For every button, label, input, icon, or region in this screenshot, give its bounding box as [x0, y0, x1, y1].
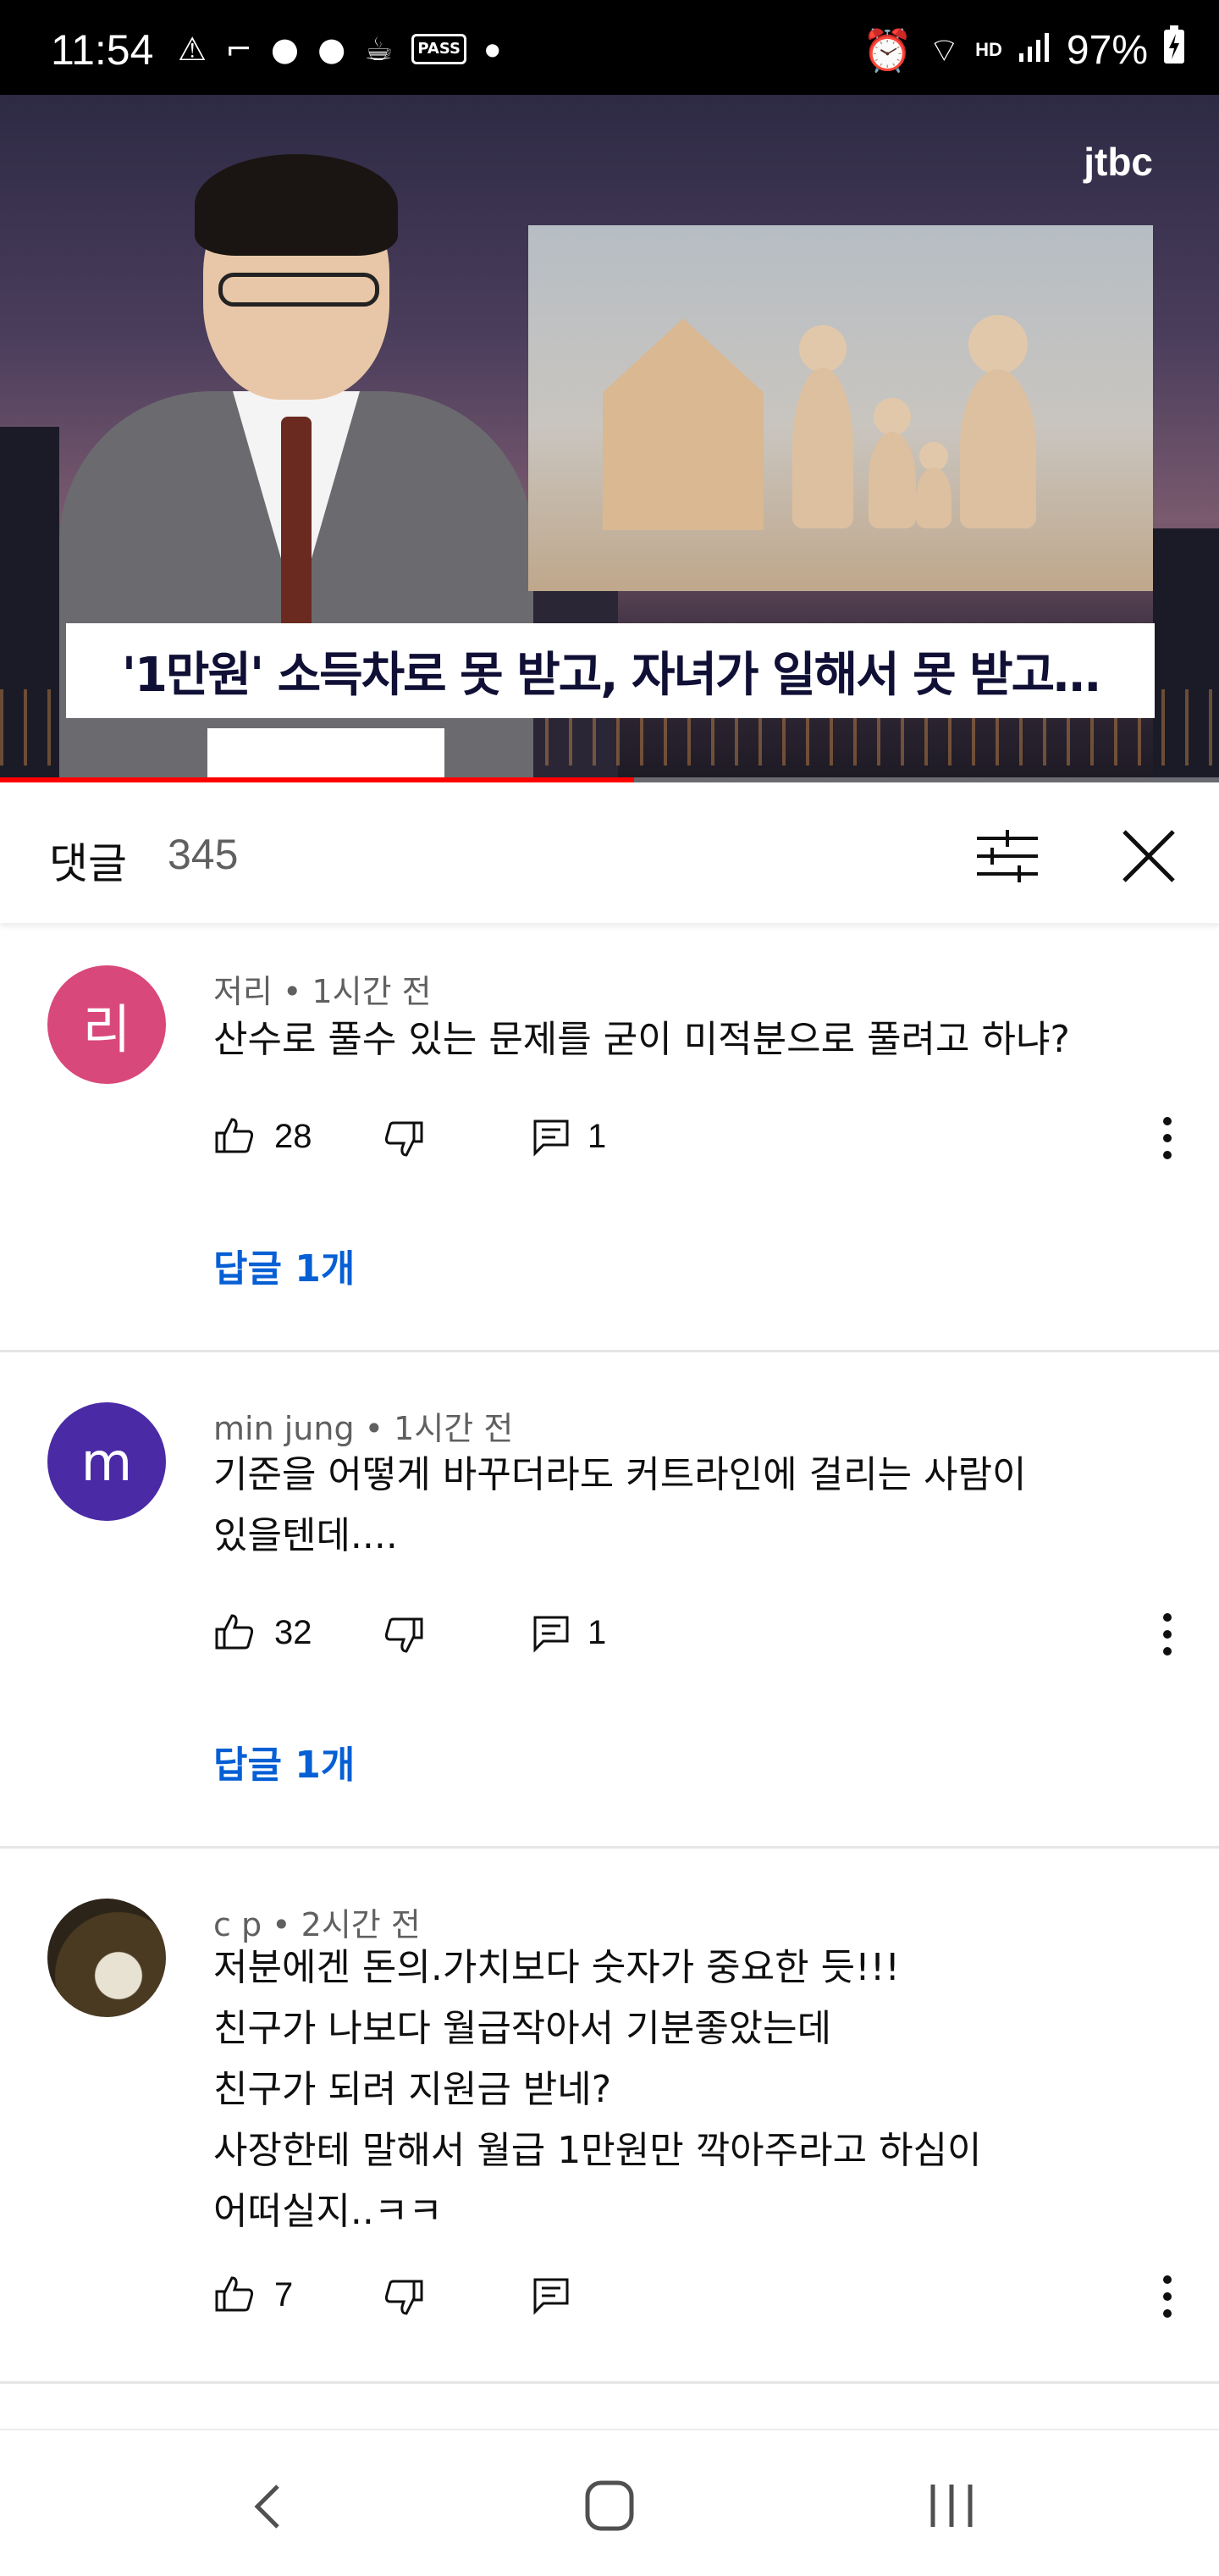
comment-text-line: 산수로 풀수 있는 문제를 굳이 미적분으로 풀려고 하냐?: [213, 1018, 1070, 1061]
comment-text-line: 친구가 나보다 월급작아서 기분좋았는데: [213, 2007, 832, 2050]
video-player[interactable]: jtbc '1만원' 소득차로 못 받고, 자녀가 일해서 못 받고…: [0, 95, 1219, 782]
wifi-icon: ⌔: [928, 32, 961, 69]
comment-actions: 32 1: [213, 1611, 1187, 1661]
comment-text-line: 기준을 어떻게 바꾸더라도 커트라인에 걸리는 사람이: [213, 1453, 1027, 1496]
back-icon[interactable]: [251, 2481, 284, 2532]
thumbs-up-icon[interactable]: [213, 2273, 256, 2315]
news-caption: '1만원' 소득차로 못 받고, 자녀가 일해서 못 받고…: [66, 623, 1155, 718]
like-count: 7: [274, 2276, 294, 2313]
comment-text: 산수로 풀수 있는 문제를 굳이 미적분으로 풀려고 하냐?: [213, 1009, 1070, 1070]
alarm-icon: ⏰: [862, 28, 913, 74]
close-icon[interactable]: [1117, 825, 1180, 887]
signal-icon: [1018, 27, 1051, 74]
status-bar: 11:54 ⚠ ⌐ ● ● ☕ PASS ● ⏰ ⌔ HD 97%: [0, 0, 1219, 95]
filter-sliders-icon[interactable]: [974, 826, 1041, 886]
reply-icon[interactable]: [530, 2275, 572, 2317]
view-replies-link[interactable]: 답글 1개: [213, 1734, 355, 1788]
recent-apps-icon[interactable]: [928, 2483, 975, 2529]
reply-count: 1: [587, 1118, 607, 1155]
comment-author[interactable]: 저리: [213, 973, 273, 1010]
comment-text-line: 친구가 되려 지원금 받네?: [213, 2068, 612, 2111]
thumbs-up-icon[interactable]: [213, 1114, 256, 1157]
thumbs-down-icon[interactable]: [383, 1614, 425, 1656]
comment-time: 1시간 전: [394, 1410, 514, 1447]
home-icon[interactable]: [584, 2479, 635, 2532]
more-notifications-dot-icon: ●: [484, 39, 500, 59]
comment-author[interactable]: min jung: [213, 1410, 355, 1447]
channel-logo: jtbc: [1084, 140, 1153, 184]
comment-actions: 7: [213, 2273, 1187, 2324]
view-replies-link[interactable]: 답글 1개: [213, 1238, 355, 1292]
comment-divider: [0, 1846, 1219, 1849]
battery-charging-icon: [1163, 25, 1185, 75]
avatar-letter: m: [80, 1430, 133, 1493]
avatar[interactable]: m: [47, 1402, 166, 1521]
comment-text: 기준을 어떻게 바꾸더라도 커트라인에 걸리는 사람이 있을텐데....: [213, 1445, 1027, 1567]
system-nav-bar: [0, 2429, 1219, 2576]
chat-bubble-icon-2: ●: [317, 30, 346, 68]
reply-icon[interactable]: [530, 1116, 572, 1158]
coffee-icon: ☕: [364, 30, 394, 68]
thumbs-up-icon[interactable]: [213, 1611, 256, 1653]
like-count: 32: [274, 1614, 312, 1651]
hd-voice-icon: HD: [975, 39, 1002, 60]
comment-actions: 28 1: [213, 1114, 1187, 1165]
comment-text-line: 저분에겐 돈의.가치보다 숫자가 중요한 듯!!!: [213, 1946, 901, 1989]
news-caption-text: '1만원' 소득차로 못 받고, 자녀가 일해서 못 받고…: [121, 647, 1100, 703]
chat-bubble-icon: ●: [270, 30, 300, 68]
anchor-desk-paper: [207, 728, 444, 782]
comment-text-line: 있을텐데....: [213, 1514, 398, 1557]
pass-app-icon: PASS: [411, 34, 466, 64]
avatar-letter: 리: [82, 998, 131, 1060]
comments-title: 댓글: [49, 839, 127, 888]
inset-image-wooden-family: [528, 225, 1153, 591]
avatar[interactable]: 리: [47, 965, 166, 1084]
comment-text: 저분에겐 돈의.가치보다 숫자가 중요한 듯!!! 친구가 나보다 월급작아서 …: [213, 1938, 982, 2242]
more-vert-icon[interactable]: [1155, 1114, 1180, 1162]
thumbs-down-icon[interactable]: [383, 1118, 425, 1160]
reply-icon[interactable]: [530, 1612, 572, 1655]
wooden-house: [603, 318, 764, 530]
thumbs-down-icon[interactable]: [383, 2276, 425, 2319]
battery-percent: 97%: [1066, 27, 1148, 73]
comment-meta: min jung • 1시간 전: [213, 1410, 514, 1447]
warning-icon: ⚠: [178, 30, 207, 68]
comment-text-line: 어떠실지..ㅋㅋ: [213, 2190, 443, 2233]
avatar[interactable]: [47, 1899, 166, 2017]
comment-time: 1시간 전: [312, 973, 432, 1010]
reply-count: 1: [587, 1614, 607, 1651]
comment-divider: [0, 2381, 1219, 2384]
notification-bracket-icon: ⌐: [225, 30, 252, 68]
comment-divider: [0, 1350, 1219, 1352]
comment-text-line: 사장한테 말해서 월급 1만원만 깍아주라고 하심이: [213, 2129, 982, 2172]
comment-meta: 저리 • 1시간 전: [213, 973, 432, 1010]
notification-icons: ⚠ ⌐ ● ● ☕ PASS ●: [178, 32, 499, 66]
more-vert-icon[interactable]: [1155, 1611, 1180, 1658]
comments-count: 345: [168, 831, 239, 878]
comments-header: 댓글 345: [0, 782, 1219, 923]
status-right: ⏰ ⌔ HD 97%: [863, 25, 1185, 75]
more-vert-icon[interactable]: [1155, 2273, 1180, 2320]
status-time: 11:54: [51, 26, 154, 74]
like-count: 28: [274, 1118, 312, 1155]
